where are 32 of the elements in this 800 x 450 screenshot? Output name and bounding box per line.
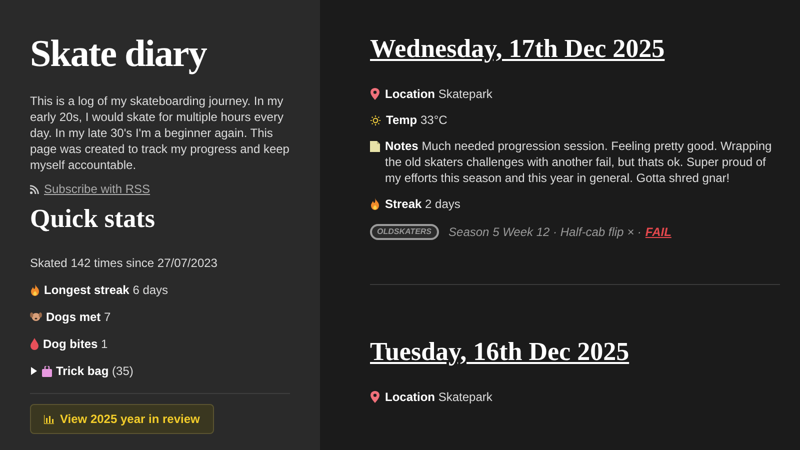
note-icon [370,141,380,152]
year-review-button[interactable]: View 2025 year in review [30,404,214,434]
stats-heading: Quick stats [30,203,156,235]
intro-paragraph: This is a log of my skateboarding journey. In my early 20s, I would skate for multiple hours every day. In my late 30's I'm a beginner again. This page was created to track my progress and keep myself accountable. [30,93,290,173]
site-title: Skate diary [30,32,208,76]
stat-text: Longest streak 6 days [44,282,168,298]
rss-icon [30,184,39,194]
sun-icon [370,115,381,126]
challenge-result: FAIL [645,224,672,240]
map-pin-icon [370,391,380,403]
stat-text: Dogs met 7 [46,309,111,325]
bag-icon [42,366,52,376]
stats-summary: Skated 142 times since 27/07/2023 [30,255,218,271]
entry-detail: Location Skatepark [385,86,492,102]
caret-right-icon[interactable] [30,367,38,375]
flame-icon [370,198,380,210]
entry-detail: Streak 2 days [385,196,460,212]
entry-detail: Temp 33°C [386,112,448,128]
drop-icon [30,338,39,350]
challenge-text: Season 5 Week 12 · Half-cab flip × · [448,224,642,240]
dog-face-icon [30,311,42,322]
entry-detail: Location Skatepark [385,389,492,405]
entry-date-heading: Wednesday, 17th Dec 2025 [370,33,666,65]
map-pin-icon [370,88,380,100]
bar-chart-icon [44,414,54,424]
entry-date-heading: Tuesday, 16th Dec 2025 [370,336,630,368]
challenge-badge: OLDSKATERS [370,224,439,240]
flame-icon [30,284,40,296]
rss-link[interactable]: Subscribe with RSS [44,181,150,197]
entry-detail: Notes Much needed progression session. Feeling pretty good. Wrapping the old skaters challenges with another fail, but thats ok. Super proud of my efforts this season and this year in general. Gotta shred gnar! [385,138,773,186]
trick-bag-summary[interactable]: Trick bag (35) [56,363,134,379]
stat-text: Dog bites 1 [43,336,108,352]
